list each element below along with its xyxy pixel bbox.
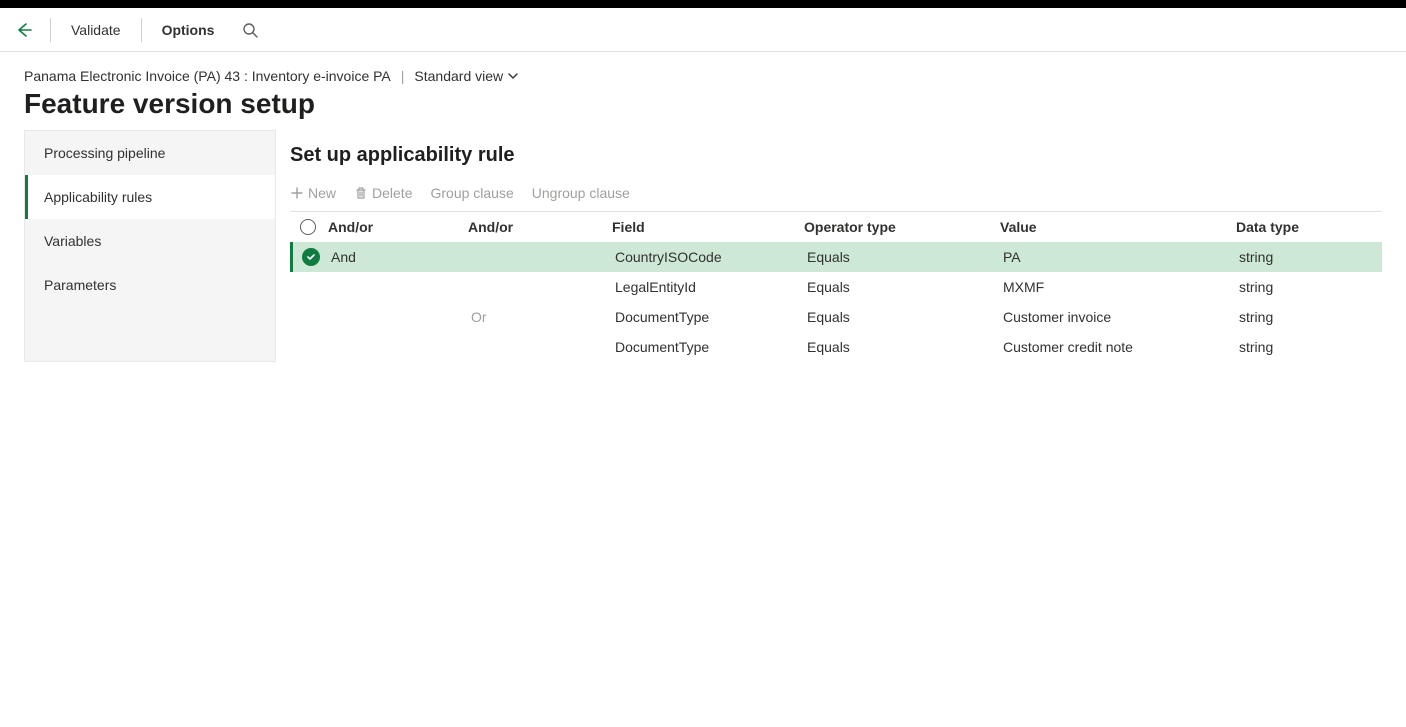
checkmark-circle-icon: [302, 248, 320, 266]
divider: [141, 18, 142, 42]
arrow-left-icon: [14, 20, 34, 40]
panel-title: Set up applicability rule: [290, 144, 1382, 167]
col-header-value[interactable]: Value: [998, 219, 1234, 235]
table-row[interactable]: DocumentType Equals Customer credit note…: [290, 332, 1382, 362]
cell-value[interactable]: PA: [1001, 249, 1237, 265]
breadcrumb-row: Panama Electronic Invoice (PA) 43 : Inve…: [24, 68, 1382, 84]
validate-button[interactable]: Validate: [61, 16, 131, 44]
delete-label: Delete: [372, 185, 412, 201]
breadcrumb: Panama Electronic Invoice (PA) 43 : Inve…: [24, 68, 391, 84]
chevron-down-icon: [507, 70, 519, 82]
cell-operator[interactable]: Equals: [805, 249, 1001, 265]
cell-field[interactable]: DocumentType: [613, 339, 805, 355]
cell-value[interactable]: Customer credit note: [1001, 339, 1237, 355]
cell-andor2[interactable]: Or: [469, 309, 613, 325]
delete-button[interactable]: Delete: [354, 185, 412, 201]
table-row[interactable]: Or DocumentType Equals Customer invoice …: [290, 302, 1382, 332]
ungroup-clause-button[interactable]: Ungroup clause: [532, 185, 630, 201]
new-button[interactable]: New: [290, 185, 336, 201]
search-icon: [242, 22, 258, 38]
cell-data-type[interactable]: string: [1237, 309, 1382, 325]
cell-andor1[interactable]: And: [329, 249, 469, 265]
cell-operator[interactable]: Equals: [805, 309, 1001, 325]
cell-operator[interactable]: Equals: [805, 339, 1001, 355]
breadcrumb-separator: |: [401, 68, 405, 84]
select-all-cell[interactable]: [290, 219, 326, 235]
col-header-field[interactable]: Field: [610, 219, 802, 235]
sidebar-item-variables[interactable]: Variables: [25, 219, 275, 263]
toolbar: New Delete Group clause Ungroup clause: [290, 185, 1382, 211]
col-header-andor2[interactable]: And/or: [466, 219, 610, 235]
group-clause-button[interactable]: Group clause: [430, 185, 513, 201]
back-button[interactable]: [8, 14, 40, 46]
cell-data-type[interactable]: string: [1237, 279, 1382, 295]
col-header-operator[interactable]: Operator type: [802, 219, 998, 235]
circle-icon: [300, 219, 316, 235]
content-area: Processing pipeline Applicability rules …: [0, 130, 1406, 362]
page-title: Feature version setup: [24, 88, 1382, 120]
cell-field[interactable]: DocumentType: [613, 309, 805, 325]
sidebar-item-processing-pipeline[interactable]: Processing pipeline: [25, 131, 275, 175]
cell-value[interactable]: MXMF: [1001, 279, 1237, 295]
search-button[interactable]: [234, 14, 266, 46]
group-clause-label: Group clause: [430, 185, 513, 201]
window-black-bar: [0, 0, 1406, 8]
trash-icon: [354, 186, 368, 200]
sidebar-item-applicability-rules[interactable]: Applicability rules: [25, 175, 275, 219]
col-header-data-type[interactable]: Data type: [1234, 219, 1382, 235]
view-label: Standard view: [414, 68, 503, 84]
view-selector[interactable]: Standard view: [414, 68, 519, 84]
row-select-cell[interactable]: [293, 248, 329, 266]
cell-field[interactable]: LegalEntityId: [613, 279, 805, 295]
cell-value[interactable]: Customer invoice: [1001, 309, 1237, 325]
main-panel: Set up applicability rule New Delete: [276, 130, 1382, 362]
rules-grid: And/or And/or Field Operator type Value …: [290, 211, 1382, 362]
table-row[interactable]: And CountryISOCode Equals PA string: [290, 242, 1382, 272]
sidebar-item-parameters[interactable]: Parameters: [25, 263, 275, 307]
grid-header-row: And/or And/or Field Operator type Value …: [290, 212, 1382, 242]
ungroup-clause-label: Ungroup clause: [532, 185, 630, 201]
options-button[interactable]: Options: [152, 16, 225, 44]
col-header-andor1[interactable]: And/or: [326, 219, 466, 235]
cell-operator[interactable]: Equals: [805, 279, 1001, 295]
cell-data-type[interactable]: string: [1237, 249, 1382, 265]
cell-field[interactable]: CountryISOCode: [613, 249, 805, 265]
plus-icon: [290, 186, 304, 200]
new-label: New: [308, 185, 336, 201]
divider: [50, 18, 51, 42]
table-row[interactable]: LegalEntityId Equals MXMF string: [290, 272, 1382, 302]
sidebar: Processing pipeline Applicability rules …: [24, 130, 276, 362]
cell-data-type[interactable]: string: [1237, 339, 1382, 355]
header-section: Panama Electronic Invoice (PA) 43 : Inve…: [0, 52, 1406, 130]
action-bar: Validate Options: [0, 8, 1406, 52]
